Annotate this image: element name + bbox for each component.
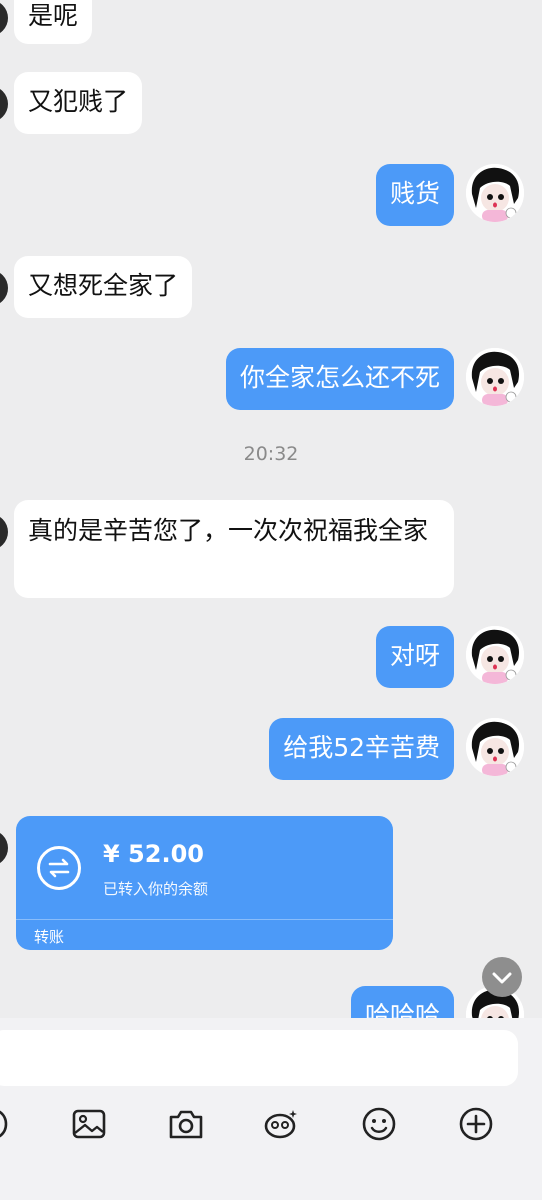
message-row-incoming: 是呢 (0, 0, 542, 44)
contact-avatar[interactable] (0, 86, 8, 122)
message-bubble-outgoing[interactable]: 给我52辛苦费 (269, 718, 454, 780)
divider (16, 919, 393, 920)
chevron-down-icon (492, 972, 512, 984)
message-row-outgoing: 对呀 (0, 626, 542, 688)
scroll-to-bottom-button[interactable] (482, 957, 522, 997)
message-row-outgoing: 贱货 (0, 164, 542, 226)
user-avatar[interactable] (466, 348, 524, 406)
message-row-outgoing: 你全家怎么还不死 (0, 348, 542, 410)
message-row-incoming: 真的是辛苦您了，一次次祝福我全家 (0, 500, 542, 598)
message-row-outgoing: 哈哈哈 (0, 986, 542, 1020)
message-row-outgoing: 给我52辛苦费 (0, 718, 542, 780)
message-row-incoming: 又犯贱了 (0, 72, 542, 134)
input-panel (0, 1018, 542, 1200)
message-bubble-outgoing[interactable]: 你全家怎么还不死 (225, 348, 454, 410)
red-packet-icon[interactable] (262, 1104, 302, 1144)
message-bubble-incoming[interactable]: 又想死全家了 (14, 256, 193, 318)
emoji-icon[interactable] (359, 1104, 399, 1144)
message-bubble-outgoing[interactable]: 哈哈哈 (350, 986, 454, 1020)
message-bubble-incoming[interactable]: 真的是辛苦您了，一次次祝福我全家 (14, 500, 454, 598)
message-row-incoming: ¥ 52.00 已转入你的余额 转账 (0, 816, 542, 950)
chat-message-list[interactable]: 是呢 又犯贱了 贱货 又想死全家了 你全家怎么还不死 20:32 真的是辛苦您了… (0, 0, 542, 1020)
user-avatar[interactable] (466, 164, 524, 222)
camera-icon[interactable] (166, 1104, 206, 1144)
message-bubble-incoming[interactable]: 又犯贱了 (14, 72, 143, 134)
message-bubble-incoming[interactable]: 是呢 (14, 0, 93, 44)
voice-icon[interactable] (0, 1104, 18, 1144)
transfer-label: 转账 (34, 928, 65, 946)
message-input[interactable] (0, 1030, 518, 1086)
contact-avatar[interactable] (0, 270, 8, 306)
plus-icon[interactable] (456, 1104, 496, 1144)
contact-avatar[interactable] (0, 0, 8, 36)
message-row-incoming: 又想死全家了 (0, 256, 542, 318)
transfer-card[interactable]: ¥ 52.00 已转入你的余额 转账 (16, 816, 393, 950)
message-bubble-outgoing[interactable]: 贱货 (375, 164, 454, 226)
transfer-icon (37, 846, 81, 890)
image-icon[interactable] (69, 1104, 109, 1144)
timestamp: 20:32 (243, 443, 299, 465)
contact-avatar[interactable] (0, 830, 8, 866)
contact-avatar[interactable] (0, 514, 8, 550)
message-bubble-outgoing[interactable]: 对呀 (375, 626, 454, 688)
transfer-status: 已转入你的余额 (103, 880, 209, 898)
user-avatar[interactable] (466, 718, 524, 776)
user-avatar[interactable] (466, 626, 524, 684)
transfer-amount: ¥ 52.00 (103, 840, 204, 868)
input-toolbar (0, 1104, 542, 1154)
